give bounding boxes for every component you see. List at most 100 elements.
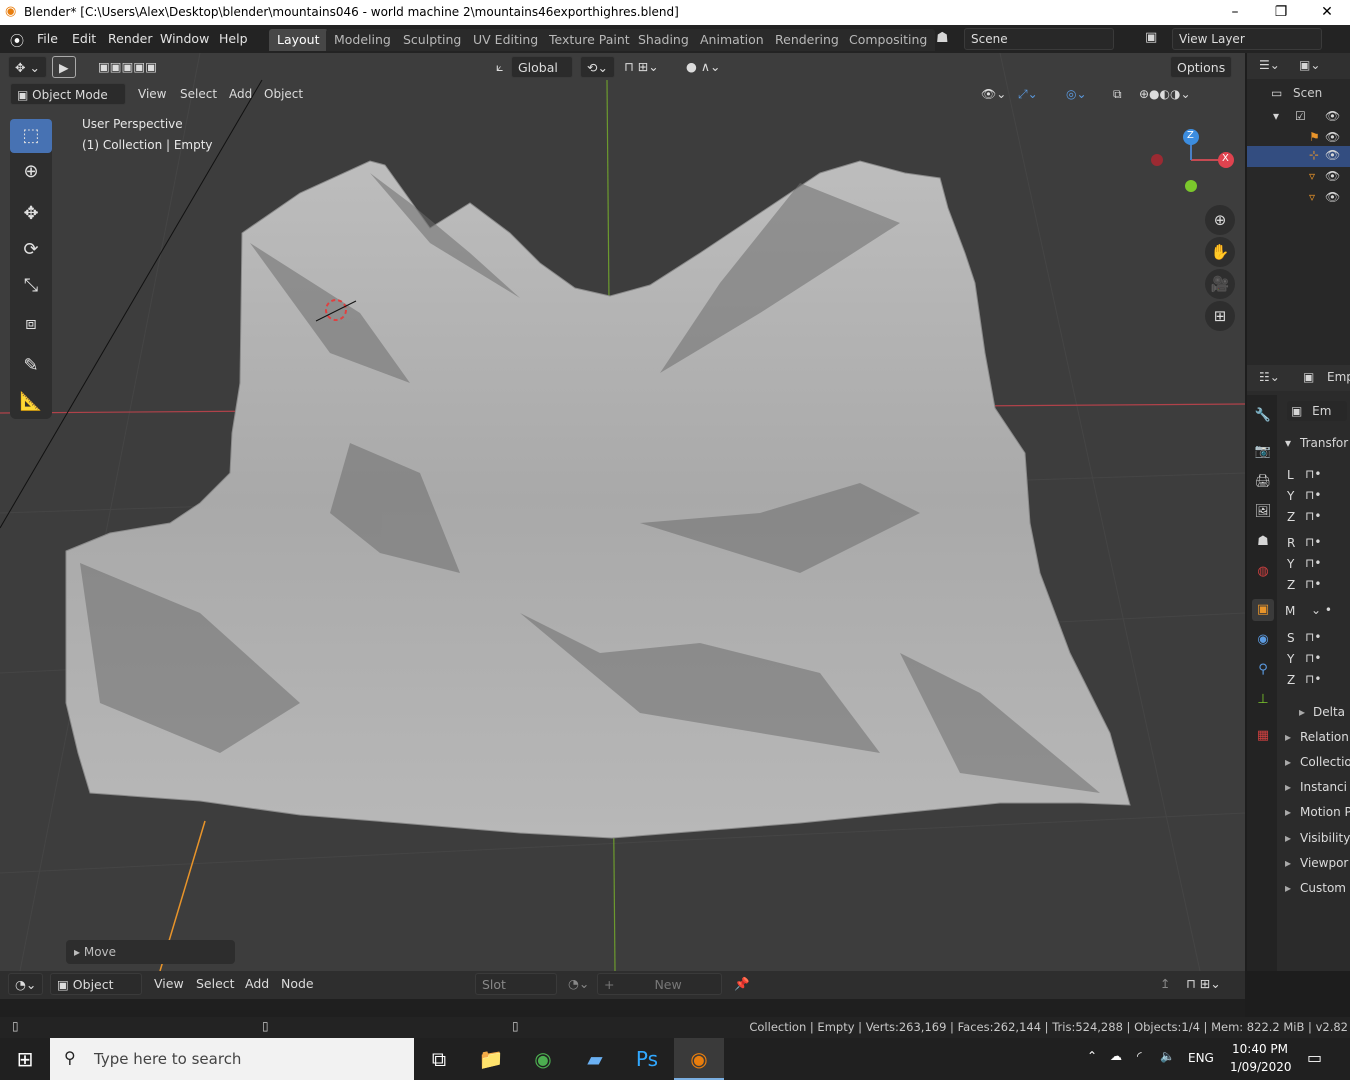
- chevron-down-icon[interactable]: ⌄ •: [1311, 603, 1332, 617]
- app-icon[interactable]: ▰: [570, 1038, 620, 1080]
- lock-icon[interactable]: ⊓•: [1305, 672, 1321, 686]
- lock-icon[interactable]: ⊓•: [1305, 467, 1321, 481]
- expand-arrow-icon[interactable]: ▸: [1285, 730, 1291, 744]
- object-name-field[interactable]: ▣ Em: [1287, 401, 1347, 421]
- new-material-button[interactable]: + New: [597, 973, 722, 995]
- annotate-tool-icon[interactable]: ✎: [10, 349, 52, 383]
- blender-menu-icon[interactable]: ⦿: [10, 31, 24, 51]
- menu-select[interactable]: Select: [174, 83, 223, 105]
- rotate-tool-icon[interactable]: ⟳: [10, 233, 52, 267]
- viewport-display-section[interactable]: Viewpor: [1300, 856, 1348, 870]
- lock-icon[interactable]: ⊓•: [1305, 535, 1321, 549]
- menu-node[interactable]: Node: [275, 973, 320, 995]
- output-tab-icon[interactable]: 🖨: [1252, 471, 1274, 493]
- close-window-button[interactable]: ✕: [1304, 0, 1350, 25]
- windows-start-icon[interactable]: ⊞: [0, 1038, 50, 1080]
- menu-edit[interactable]: Edit: [72, 31, 96, 46]
- slot-dropdown[interactable]: Slot: [475, 973, 557, 995]
- expand-arrow-icon[interactable]: ▸: [1285, 780, 1291, 794]
- menu-view[interactable]: View: [132, 83, 172, 105]
- expand-arrow-icon[interactable]: ▸: [1285, 856, 1291, 870]
- cursor-tool-icon[interactable]: ⊕: [10, 155, 52, 189]
- pin-icon[interactable]: 📌: [728, 973, 756, 995]
- gizmo-toggle-icon[interactable]: ⤢⌄: [1012, 83, 1044, 105]
- lock-icon[interactable]: ⊓•: [1305, 651, 1321, 665]
- menu-object[interactable]: Object: [258, 83, 309, 105]
- menu-help[interactable]: Help: [219, 31, 248, 46]
- texture-tab-icon[interactable]: ▦: [1252, 725, 1274, 747]
- scene-tab-icon[interactable]: ☗: [1252, 531, 1274, 553]
- transform-tool-icon[interactable]: ⧈: [10, 307, 52, 341]
- collapse-icon[interactable]: ▾: [1285, 436, 1291, 450]
- outliner-type-icon[interactable]: ☰⌄: [1259, 58, 1280, 72]
- tool-tab-icon[interactable]: 🔧: [1252, 405, 1274, 427]
- expand-arrow-icon[interactable]: ▸: [1285, 805, 1291, 819]
- physics-tab-icon[interactable]: ◉: [1252, 629, 1274, 651]
- measure-tool-icon[interactable]: 📐: [10, 385, 52, 419]
- pivot-icon[interactable]: ⟲⌄: [580, 56, 615, 78]
- notifications-icon[interactable]: ▭: [1307, 1048, 1322, 1067]
- snap-icon[interactable]: ⊓ ⊞⌄: [618, 56, 665, 78]
- relations-section[interactable]: Relation: [1300, 730, 1349, 744]
- tab-layout[interactable]: Layout: [269, 29, 328, 51]
- custom-properties-section[interactable]: Custom: [1300, 881, 1346, 895]
- file-explorer-icon[interactable]: 📁: [466, 1038, 516, 1080]
- outliner-row-collection[interactable]: ▾ ☑ 👁: [1247, 107, 1350, 127]
- instancing-section[interactable]: Instanci: [1300, 780, 1347, 794]
- move-tool-icon[interactable]: ✥: [10, 197, 52, 231]
- zoom-icon[interactable]: ⊕: [1205, 205, 1235, 235]
- orientation-dropdown[interactable]: Global: [511, 56, 573, 78]
- scene-selector[interactable]: Scene: [964, 28, 1114, 50]
- menu-file[interactable]: File: [37, 31, 58, 46]
- outliner-filter-icon[interactable]: ▣⌄: [1299, 58, 1320, 72]
- lock-icon[interactable]: ⊓•: [1305, 488, 1321, 502]
- pan-hand-icon[interactable]: ✋: [1205, 237, 1235, 267]
- material-browse-icon[interactable]: ◔⌄: [562, 973, 595, 995]
- collapse-icon[interactable]: ▾: [1273, 109, 1279, 123]
- outliner-row-empty[interactable]: ⊹ 👁: [1247, 146, 1350, 167]
- chevron-up-icon[interactable]: ⌃: [1087, 1049, 1097, 1063]
- last-operation-panel[interactable]: ▸ Move: [66, 940, 235, 964]
- maximize-button[interactable]: ❐: [1258, 0, 1304, 25]
- tab-texture-paint[interactable]: Texture Paint: [541, 29, 638, 51]
- onedrive-icon[interactable]: ☁: [1110, 1049, 1122, 1063]
- overlay-toggle-icon[interactable]: ◎⌄: [1060, 83, 1093, 105]
- clock-date[interactable]: 1/09/2020: [1230, 1060, 1292, 1074]
- tab-modeling[interactable]: Modeling: [326, 29, 399, 51]
- selection-modes-icon[interactable]: ▣▣▣▣▣: [92, 56, 163, 78]
- properties-type-icon[interactable]: ☷⌄: [1259, 370, 1280, 384]
- menu-add[interactable]: Add: [223, 83, 258, 105]
- lock-icon[interactable]: ⊓•: [1305, 509, 1321, 523]
- tab-animation[interactable]: Animation: [692, 29, 772, 51]
- options-dropdown[interactable]: Options: [1170, 56, 1233, 78]
- parent-node-icon[interactable]: ↥: [1154, 973, 1176, 995]
- 3d-viewport[interactable]: ✥ ⌄ ▶ ▣▣▣▣▣ ⟀ Global ⟲⌄ ⊓ ⊞⌄ ● ∧⌄ Option…: [0, 53, 1245, 971]
- eye-icon[interactable]: 👁: [1325, 148, 1340, 162]
- clock-time[interactable]: 10:40 PM: [1232, 1042, 1288, 1056]
- view-layer-selector[interactable]: View Layer: [1172, 28, 1322, 50]
- eye-icon[interactable]: 👁: [1325, 190, 1340, 204]
- delta-section[interactable]: Delta: [1299, 705, 1345, 719]
- tab-rendering[interactable]: Rendering: [767, 29, 847, 51]
- taskbar-search-box[interactable]: ⚲ Type here to search: [50, 1038, 414, 1080]
- eye-icon[interactable]: 👁: [1325, 169, 1340, 183]
- lock-icon[interactable]: ⊓•: [1305, 577, 1321, 591]
- object-tab-icon[interactable]: ▣: [1252, 599, 1274, 621]
- scene-icon[interactable]: ☗: [936, 30, 949, 46]
- menu-select[interactable]: Select: [190, 973, 241, 995]
- navigation-gizmo[interactable]: X Z: [1150, 125, 1240, 205]
- lock-icon[interactable]: ⊓•: [1305, 556, 1321, 570]
- editor-type-icon[interactable]: ◔⌄: [8, 973, 44, 995]
- tab-sculpting[interactable]: Sculpting: [395, 29, 470, 51]
- view-layer-icon[interactable]: ▣: [1145, 30, 1157, 45]
- select-mode-icon[interactable]: ▶: [52, 56, 76, 78]
- object-data-tab-icon[interactable]: ⊥: [1252, 689, 1274, 711]
- tab-uv-editing[interactable]: UV Editing: [465, 29, 547, 51]
- shader-type-dropdown[interactable]: ▣ Object: [50, 973, 142, 995]
- task-view-icon[interactable]: ⧉: [414, 1038, 464, 1080]
- menu-view[interactable]: View: [148, 973, 190, 995]
- xray-icon[interactable]: ⧉: [1107, 83, 1128, 105]
- select-box-tool-icon[interactable]: ⬚: [10, 119, 52, 153]
- expand-arrow-icon[interactable]: ▸: [1285, 831, 1291, 845]
- expand-arrow-icon[interactable]: ▸: [1285, 881, 1291, 895]
